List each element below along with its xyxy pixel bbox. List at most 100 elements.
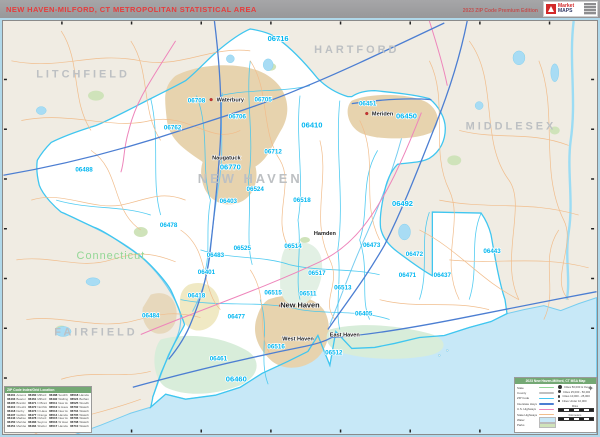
grid-tick [200, 429, 202, 433]
brand-logo: Market MAPS [543, 1, 598, 17]
zip-code-label: 06473 [363, 242, 381, 249]
zip-code-label: 06524 [247, 186, 265, 193]
zip-code-label: 06705 [254, 97, 272, 104]
zip-code-label: 06460 [226, 374, 247, 383]
brand-logo-badge [584, 3, 596, 15]
city-size-dot [558, 400, 560, 402]
zip-code-label: 06770 [220, 162, 241, 171]
grid-tick [409, 429, 411, 433]
compass-rose-icon: ✦ [587, 384, 594, 393]
zip-code-label: 06515 [264, 290, 282, 297]
zip-code-label: 06516 [267, 343, 285, 350]
grid-tick [591, 78, 595, 81]
zip-code-label: 06483 [207, 252, 225, 259]
grid-tick [3, 277, 7, 280]
grid-tick [130, 21, 133, 25]
grid-tick [339, 21, 342, 25]
zip-index-row: 06517Hamden [49, 425, 68, 429]
grid-tick [591, 128, 595, 130]
zip-code-label: 06512 [325, 349, 343, 356]
zip-code-label: 06478 [160, 222, 178, 229]
city-name-label: Waterbury [217, 98, 245, 104]
city-name-label: Meriden [372, 112, 394, 118]
grid-tick [339, 429, 342, 433]
grid-tick [200, 21, 202, 25]
city-marker-dot [209, 98, 213, 102]
grid-tick [3, 78, 7, 81]
grid-tick [591, 227, 595, 230]
grid-tick [270, 21, 272, 25]
grid-tick [591, 327, 595, 330]
zip-index-row: 06710Waterbury [70, 425, 89, 429]
city-name-label: New Haven [280, 301, 320, 310]
scale-bars: Miles Kilometers [558, 405, 594, 421]
zip-code-label: 06716 [268, 34, 289, 43]
zip-index-row: 06484Shelton [28, 425, 47, 429]
grid-tick [270, 429, 272, 433]
legend-symbol-list: State County ZIP Code Interstate Hwys U.S. H… [517, 385, 556, 429]
zip-code-label: 06461 [210, 355, 228, 362]
legend-item: Parks [517, 422, 556, 429]
zip-code-label: 06484 [142, 313, 160, 320]
city-size-dot [558, 390, 561, 394]
legend-city-item: Cities 10,000 - 25,000 [558, 394, 594, 399]
zip-code-label: 06706 [229, 114, 247, 121]
grid-tick [3, 128, 7, 130]
city-name-label: Hamden [314, 231, 337, 237]
scale-kilometers-bar [558, 417, 594, 421]
grid-tick [591, 178, 595, 180]
state-name-label: Connecticut [77, 250, 146, 262]
grid-tick [61, 21, 63, 25]
city-name-label: East Haven [330, 332, 361, 338]
zip-code-label: 06514 [284, 243, 302, 250]
zip-code-label: 06708 [188, 98, 206, 105]
grid-tick [591, 277, 595, 280]
grid-tick [3, 227, 7, 230]
grid-tick [479, 429, 481, 433]
zip-code-label: 06472 [406, 251, 424, 258]
page-title: NEW HAVEN-MILFORD, CT METROPOLITAN STATI… [6, 4, 257, 14]
legend-right-column: ✦ Cities 50,000 & Over Cities 25,000 - 50… [556, 385, 594, 428]
zip-code-label: 06513 [334, 285, 352, 292]
zip-code-label: 06443 [483, 248, 501, 255]
grid-tick [548, 21, 551, 25]
zip-index-row: 06770Naugatuck [91, 406, 92, 410]
legend: 2023 New Haven-Milford, CT MSA Map State… [514, 377, 597, 433]
zip-code-label: 06410 [301, 120, 322, 129]
edition-label: 2023 ZIP Code Premium Edition [462, 8, 538, 14]
city-name-label: West Haven [282, 336, 314, 342]
zip-code-label: 06712 [264, 148, 282, 155]
zip-code-label: 06471 [399, 272, 417, 279]
zip-code-label: 06451 [359, 101, 377, 108]
legend-swatch [539, 392, 554, 394]
city-name-label: Naugatuck [212, 155, 241, 161]
legend-swatch [539, 408, 554, 410]
zip-index-body: 06401Ansonia06403Beacon Falls06405Branfo… [5, 393, 92, 432]
zip-code-label: 06437 [434, 272, 452, 279]
county-label: NEW HAVEN [198, 171, 303, 186]
grid-tick [130, 429, 133, 433]
scale-kilometers: Kilometers [558, 414, 594, 421]
map-canvas: LITCHFIELD HARTFORD MIDDLESEX NEW HAVEN FAIR… [3, 21, 597, 434]
scale-miles: Miles [558, 405, 594, 413]
grid-tick [3, 377, 7, 379]
legend-swatch [539, 397, 554, 400]
city-size-dot [558, 395, 561, 398]
zip-code-label: 06488 [75, 166, 93, 173]
map-poster: NEW HAVEN-MILFORD, CT METROPOLITAN STATI… [0, 0, 600, 437]
legend-swatch [539, 413, 554, 416]
city-marker-dot [365, 112, 369, 116]
zip-code-label: 06762 [164, 124, 182, 131]
grid-tick [479, 21, 481, 25]
header-bar: NEW HAVEN-MILFORD, CT METROPOLITAN STATI… [0, 0, 600, 18]
brand-logo-text: Market MAPS [558, 3, 575, 14]
legend-swatch [539, 422, 556, 429]
county-label: LITCHFIELD [36, 69, 130, 81]
county-label: FAIRFIELD [54, 326, 137, 338]
zip-code-label: 06450 [396, 112, 417, 121]
zip-code-label: 06405 [355, 311, 373, 318]
grid-tick [409, 21, 411, 25]
legend-body: State County ZIP Code Interstate Hwys U.S. H… [515, 384, 596, 429]
zip-code-label: 06492 [392, 199, 413, 208]
zip-code-label: 06477 [228, 314, 246, 321]
